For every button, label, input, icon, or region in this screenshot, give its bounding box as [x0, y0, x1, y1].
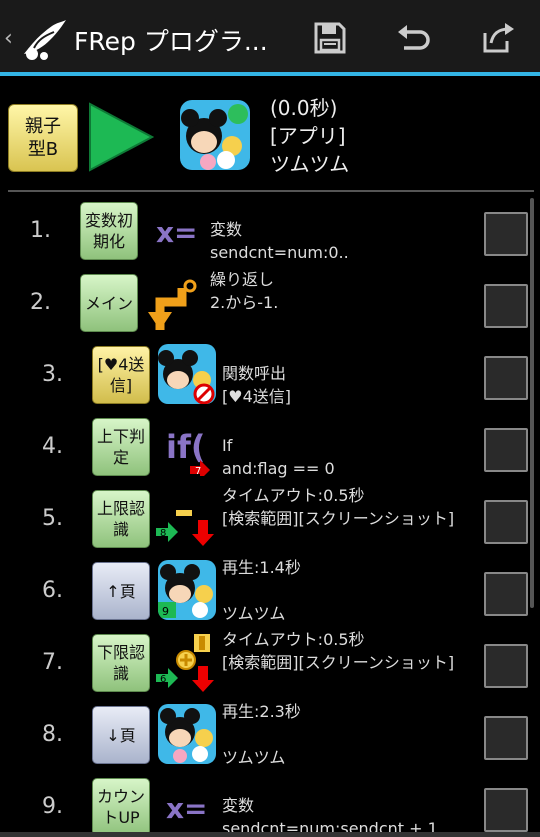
playback-icon: 9 [158, 560, 216, 620]
svg-text:6: 6 [160, 674, 166, 685]
list-item[interactable]: 2. メイン 繰り返し 2.から-1. [0, 268, 540, 340]
list-item[interactable]: 3. [♥4送信] 関数呼出 [♥4送信] [0, 340, 540, 412]
command-button[interactable]: 下限認識 [92, 634, 150, 692]
row-checkbox[interactable] [484, 428, 528, 472]
svg-text:x=: x= [156, 218, 198, 246]
svg-text:8: 8 [160, 528, 166, 539]
row-checkbox[interactable] [484, 788, 528, 832]
command-button[interactable]: 変数初期化 [80, 202, 138, 260]
image-recognition-icon: 8 [156, 510, 214, 546]
share-button[interactable] [478, 18, 518, 58]
play-icon[interactable] [88, 102, 154, 172]
action-bar: ‹ FRep プログラ... [0, 0, 540, 76]
variable-icon: x= [166, 794, 208, 822]
app-logo-icon[interactable] [18, 14, 70, 64]
command-button[interactable]: メイン [80, 274, 138, 332]
tsumtsum-app-icon [180, 100, 250, 170]
action-bar-underline [0, 72, 540, 76]
list-item[interactable]: 5. 上限認識 8 タイムアウト:0.5秒 [検索範囲][スクリーンショット] [0, 484, 540, 556]
svg-text:9: 9 [162, 605, 169, 618]
command-button[interactable]: ↑頁 [92, 562, 150, 620]
list-item[interactable]: 9. カウントUP x= 変数 sendcnt=num:sendcnt + 1 [0, 772, 540, 837]
variable-icon: x= [156, 218, 198, 246]
undo-icon [398, 25, 430, 50]
save-button[interactable] [310, 18, 350, 58]
command-button[interactable]: 上限認識 [92, 490, 150, 548]
divider [8, 190, 534, 192]
row-checkbox[interactable] [484, 572, 528, 616]
header-info: (0.0秒) [アプリ] ツムツム [270, 94, 349, 178]
row-checkbox[interactable] [484, 284, 528, 328]
image-recognition-icon: 6 [156, 634, 214, 692]
type-button[interactable]: 親子型B [8, 104, 78, 172]
row-checkbox[interactable] [484, 716, 528, 760]
row-checkbox[interactable] [484, 356, 528, 400]
list-item[interactable]: 1. 変数初期化 x= 変数 sendcnt=num:0.. [0, 196, 540, 268]
svg-text:7: 7 [195, 466, 201, 476]
share-icon [483, 23, 514, 53]
tsumtsum-app-icon [158, 704, 216, 764]
row-checkbox[interactable] [484, 644, 528, 688]
list-item[interactable]: 6. ↑頁 9 再生:1.4秒 ツムツム [0, 556, 540, 628]
if-icon: if( 7 [166, 428, 210, 476]
tsumtsum-app-icon [158, 344, 216, 404]
undo-button[interactable] [394, 18, 434, 58]
row-checkbox[interactable] [484, 500, 528, 544]
command-button[interactable]: カウントUP [92, 778, 150, 836]
list-item[interactable]: 8. ↓頁 再生:2.3秒 ツムツム [0, 700, 540, 772]
command-button[interactable]: 上下判定 [92, 418, 150, 476]
list-item[interactable]: 4. 上下判定 if( 7 If and:flag == 0 [0, 412, 540, 484]
tsumtsum-app-icon: 9 [158, 560, 216, 620]
header-time: (0.0秒) [270, 96, 338, 120]
save-icon [314, 22, 346, 54]
list-item[interactable]: 7. 下限認識 6 タイムアウト:0.5秒 [検索範囲][スクリーンショット] [0, 628, 540, 700]
row-checkbox[interactable] [484, 212, 528, 256]
header-app-name: ツムツム [270, 152, 350, 176]
scrollbar[interactable] [530, 198, 534, 608]
bottom-edge [0, 832, 540, 837]
command-button[interactable]: ↓頁 [92, 706, 150, 764]
playback-icon [158, 704, 216, 764]
svg-text:if(: if( [166, 428, 206, 466]
function-call-icon [158, 344, 216, 404]
tsumtsum-icon [180, 100, 250, 170]
loop-icon [148, 279, 197, 330]
app-title: FRep プログラ... [74, 27, 268, 56]
header-category: [アプリ] [270, 124, 346, 148]
svg-text:x=: x= [166, 794, 208, 822]
back-chevron-icon[interactable]: ‹ [4, 26, 13, 51]
command-button[interactable]: [♥4送信] [92, 346, 150, 404]
